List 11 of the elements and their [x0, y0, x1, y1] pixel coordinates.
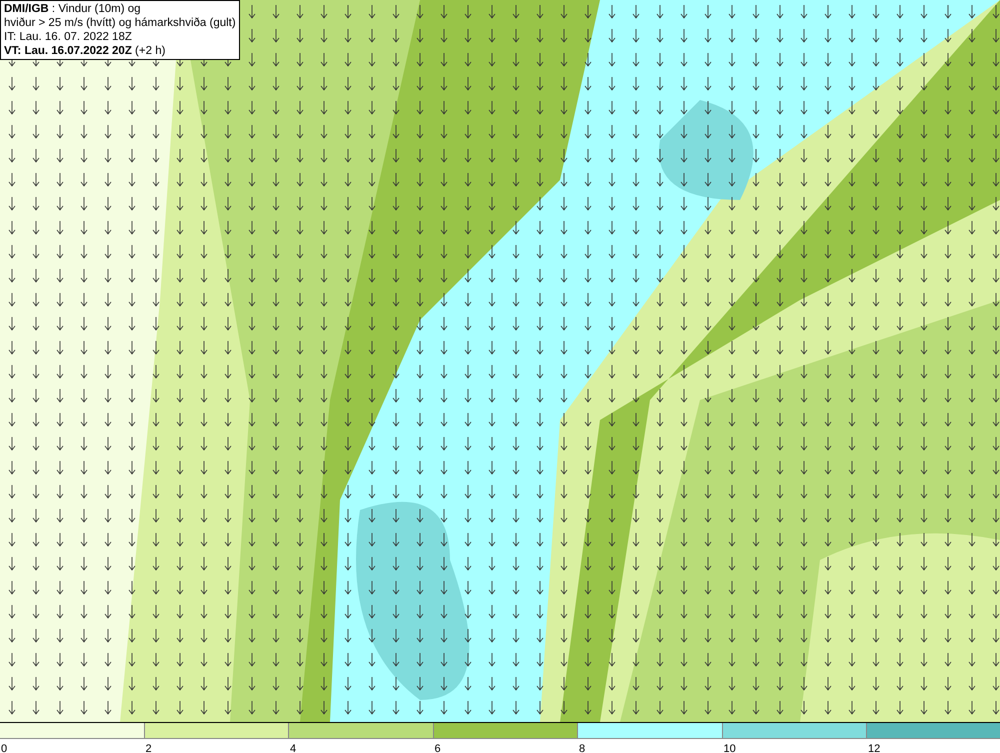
legend-label: 12	[867, 743, 880, 753]
info-text: IT: Lau. 16. 07. 2022 18Z	[4, 30, 133, 44]
info-text: VT: Lau. 16.07.2022 20Z (+2 h)	[4, 44, 166, 58]
legend-label: 10	[722, 743, 736, 753]
legend-label: 4	[289, 743, 296, 753]
info-text: DMI/IGB : Vindur (10m) og	[4, 2, 142, 16]
legend-label: 2	[144, 743, 152, 753]
legend-label: 6	[434, 743, 441, 753]
legend-label: 8	[578, 743, 586, 753]
legend-label: 0	[0, 743, 8, 753]
info-text: hviður > 25 m/s (hvítt) og hámarkshviða (gult)	[4, 16, 236, 30]
